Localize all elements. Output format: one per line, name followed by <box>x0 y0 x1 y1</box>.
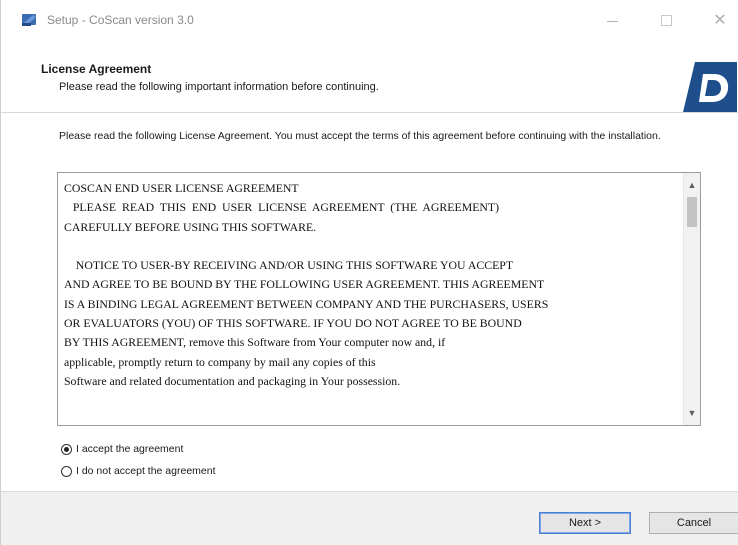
maximize-button[interactable] <box>651 8 681 32</box>
decline-label: I do not accept the agreement <box>76 465 216 477</box>
page-subtitle: Please read the following important info… <box>59 81 379 93</box>
license-textbox[interactable]: COSCAN END USER LICENSE AGREEMENT PLEASE… <box>57 172 701 426</box>
accept-label: I accept the agreement <box>76 443 184 455</box>
maximize-icon <box>660 14 672 26</box>
page-title: License Agreement <box>41 62 152 76</box>
accept-agreement-option[interactable]: I accept the agreement <box>61 443 183 455</box>
decline-radio[interactable] <box>61 465 72 477</box>
cancel-button[interactable]: Cancel <box>649 512 738 534</box>
decline-agreement-option[interactable]: I do not accept the agreement <box>61 465 216 477</box>
minimize-icon <box>606 20 618 22</box>
close-button[interactable]: ✕ <box>705 8 735 32</box>
header-divider <box>1 112 738 113</box>
wizard-footer: Next > Cancel <box>1 491 738 545</box>
setup-window: Setup - CoScan version 3.0 ✕ License Agr… <box>0 0 738 545</box>
scroll-thumb[interactable] <box>687 197 697 227</box>
window-title: Setup - CoScan version 3.0 <box>47 13 194 27</box>
license-text: COSCAN END USER LICENSE AGREEMENT PLEASE… <box>64 181 549 388</box>
title-bar[interactable]: Setup - CoScan version 3.0 ✕ <box>1 0 738 40</box>
close-icon: ✕ <box>713 12 727 29</box>
next-button[interactable]: Next > <box>539 512 631 534</box>
minimize-button[interactable] <box>597 8 627 32</box>
wizard-header: License Agreement Please read the follow… <box>1 40 738 112</box>
intro-text: Please read the following License Agreem… <box>59 130 661 142</box>
scroll-down-icon[interactable]: ▼ <box>684 405 700 421</box>
accept-radio[interactable] <box>61 443 72 455</box>
setup-app-icon <box>22 14 36 26</box>
coscan-logo-icon <box>683 62 737 112</box>
scroll-up-icon[interactable]: ▲ <box>684 177 700 193</box>
license-scrollbar[interactable]: ▲ ▼ <box>683 173 700 425</box>
